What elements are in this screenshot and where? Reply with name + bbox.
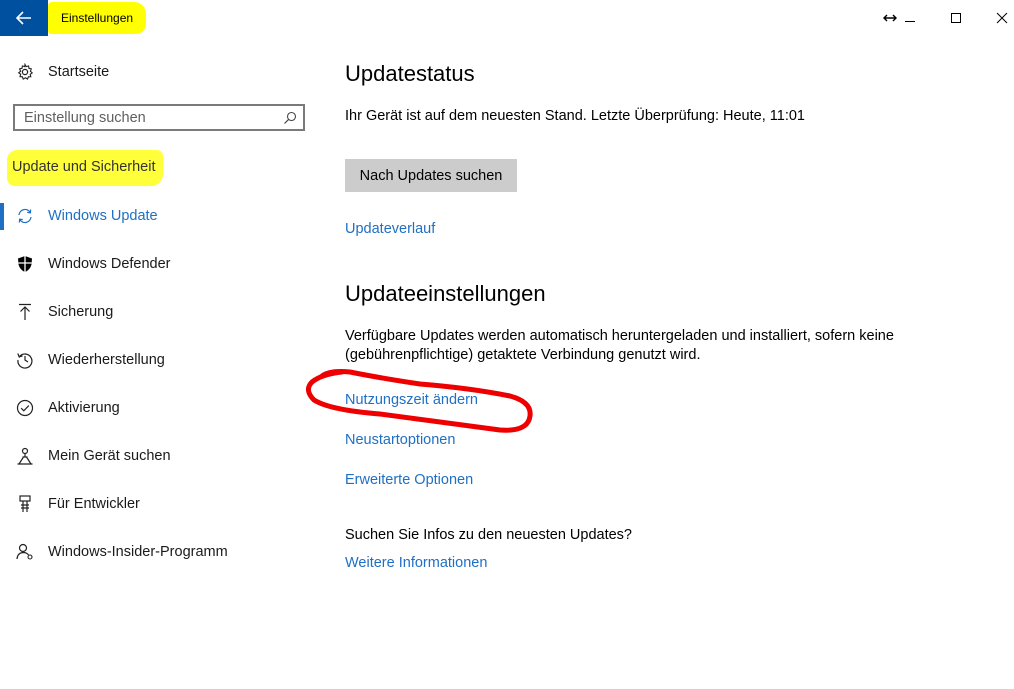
minimize-button[interactable]	[900, 9, 920, 27]
shield-icon	[14, 253, 36, 275]
update-settings-heading: Updateeinstellungen	[345, 281, 546, 306]
section-title: Update und Sicherheit	[12, 159, 156, 175]
sidebar-item-mein-geraet-suchen[interactable]: Mein Gerät suchen	[0, 436, 320, 476]
sidebar-item-label: Für Entwickler	[48, 496, 140, 512]
resize-icon[interactable]	[880, 9, 900, 27]
sidebar-item-aktivierung[interactable]: Aktivierung	[0, 388, 320, 428]
sidebar-item-label: Windows Defender	[48, 256, 171, 272]
maximize-icon	[951, 13, 961, 23]
sidebar-item-windows-defender[interactable]: Windows Defender	[0, 244, 320, 284]
sidebar-item-label: Aktivierung	[48, 400, 120, 416]
maximize-button[interactable]	[946, 9, 966, 27]
developer-icon	[14, 493, 36, 515]
gear-icon	[14, 61, 36, 83]
search-input[interactable]	[24, 109, 274, 126]
sidebar-item-windows-insider[interactable]: Windows-Insider-Programm	[0, 532, 320, 572]
update-history-link[interactable]: Updateverlauf	[345, 221, 435, 237]
update-status-heading: Updatestatus	[345, 61, 475, 86]
person-icon	[14, 541, 36, 563]
close-icon	[996, 12, 1008, 24]
advanced-options-link[interactable]: Erweiterte Optionen	[345, 472, 473, 488]
minimize-icon	[905, 21, 915, 22]
sidebar-item-windows-update[interactable]: Windows Update	[0, 196, 320, 236]
find-device-icon	[14, 445, 36, 467]
history-icon	[14, 349, 36, 371]
back-button[interactable]	[0, 0, 48, 36]
update-settings-text-line1: Verfügbare Updates werden automatisch he…	[345, 328, 894, 344]
settings-search-box[interactable]	[13, 104, 305, 131]
sidebar-item-label: Sicherung	[48, 304, 114, 320]
close-button[interactable]	[992, 9, 1012, 27]
home-nav-item[interactable]: Startseite	[0, 56, 320, 88]
more-info-link[interactable]: Weitere Informationen	[345, 555, 487, 571]
sidebar-item-sicherung[interactable]: Sicherung	[0, 292, 320, 332]
info-question-text: Suchen Sie Infos zu den neuesten Updates…	[345, 527, 632, 543]
annotation-circle	[306, 369, 533, 433]
app-title: Einstellungen	[61, 11, 134, 25]
home-label: Startseite	[48, 64, 110, 80]
search-icon[interactable]	[283, 111, 297, 130]
sidebar-item-label: Wiederherstellung	[48, 352, 165, 368]
sidebar-item-wiederherstellung[interactable]: Wiederherstellung	[0, 340, 320, 380]
sidebar-item-label: Windows Update	[48, 208, 158, 224]
sidebar-item-fuer-entwickler[interactable]: Für Entwickler	[0, 484, 320, 524]
checkmark-circle-icon	[14, 397, 36, 419]
refresh-icon	[14, 205, 36, 227]
title-bar: Einstellungen	[0, 0, 1014, 36]
sidebar-item-label: Windows-Insider-Programm	[48, 544, 228, 560]
sidebar-item-label: Mein Gerät suchen	[48, 448, 171, 464]
update-status-text: Ihr Gerät ist auf dem neuesten Stand. Le…	[345, 108, 805, 124]
upload-arrow-icon	[14, 301, 36, 323]
back-arrow-icon	[16, 11, 31, 25]
check-updates-button[interactable]: Nach Updates suchen	[345, 159, 517, 192]
